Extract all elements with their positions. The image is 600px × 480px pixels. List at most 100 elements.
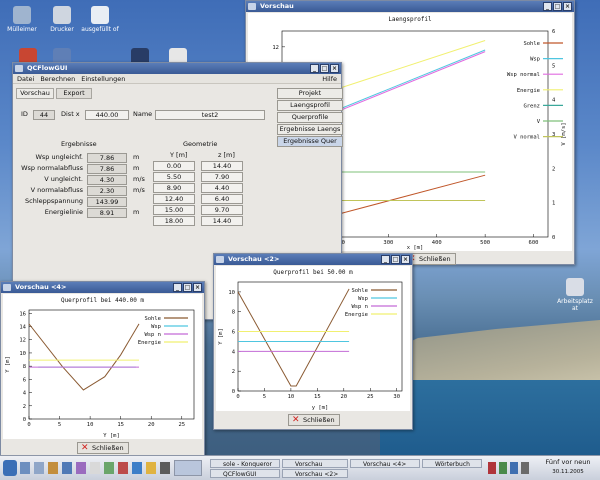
clock[interactable]: Fünf vor neun (538, 458, 598, 467)
maximize-icon[interactable]: □ (391, 255, 400, 264)
launcher-icon[interactable] (118, 462, 128, 474)
geo-cell-y[interactable]: 8.90 (153, 183, 195, 193)
maximize-icon[interactable]: □ (553, 2, 562, 11)
chart-title: Laengsprofil (388, 16, 432, 23)
desktop-icon-workspace[interactable]: Arbeitsplatz at (555, 278, 595, 312)
geo-cell-z[interactable]: 14.40 (201, 216, 243, 226)
launcher-icon[interactable] (34, 462, 44, 474)
minimize-icon[interactable]: _ (543, 2, 552, 11)
result-value: 7.86 (87, 164, 127, 174)
file-icon (91, 6, 109, 24)
wallpaper-sea (380, 380, 600, 455)
x-tick-label: 15 (314, 394, 321, 400)
launcher-icon[interactable] (62, 462, 72, 474)
legend-label: Wsp n (351, 304, 368, 310)
close-icon[interactable]: × (330, 64, 339, 73)
y-tick-label: 0 (232, 389, 235, 395)
tray-icon[interactable] (488, 462, 496, 474)
projekt-button[interactable]: Projekt (277, 88, 343, 99)
geo-cell-z[interactable]: 6.40 (201, 194, 243, 204)
desktop-icon-file[interactable]: ausgefüllt of (80, 6, 120, 33)
y-axis-label: Y [m] (5, 356, 11, 373)
menu-hilfe[interactable]: Hilfe (322, 74, 337, 84)
vorschau-main-titlebar[interactable]: Vorschau _ □ × (246, 1, 574, 12)
maximize-icon[interactable]: □ (183, 283, 192, 292)
close-button[interactable]: ✕Schließen (288, 414, 340, 426)
launcher-icon[interactable] (90, 462, 100, 474)
geo-cell-y[interactable]: 0.00 (153, 161, 195, 171)
menu-berechnen[interactable]: Berechnen (40, 74, 75, 83)
vorschau4-window: Vorschau <4> _ □ × Querprofil bei 440.00 m… (0, 281, 205, 458)
geo-cell-y[interactable]: 5.50 (153, 172, 195, 182)
x-axis-label: y [m] (312, 405, 329, 411)
result-unit: m (133, 164, 140, 172)
chart-title: Querprofil bei 50.00 m (273, 269, 353, 276)
x-tick-label: 500 (480, 240, 490, 246)
id-spinbox[interactable]: 44 (33, 110, 55, 120)
name-field[interactable]: test2 (155, 110, 265, 120)
dist-field[interactable]: 440.00 (85, 110, 129, 120)
geo-cell-y[interactable]: 18.00 (153, 216, 195, 226)
launcher-icon[interactable] (160, 462, 170, 474)
tab-vorschau[interactable]: Vorschau (16, 88, 54, 99)
result-value: 7.86 (87, 153, 127, 163)
close-button[interactable]: ✕Schließen (77, 442, 129, 454)
taskbar-item-woerterbuch[interactable]: Wörterbuch (422, 459, 482, 468)
y-tick-label: 10 (228, 290, 235, 296)
close-icon[interactable]: × (401, 255, 410, 264)
y-right-tick-label: 0 (552, 235, 555, 241)
geo-cell-z[interactable]: 14.40 (201, 161, 243, 171)
desktop-icon-trash[interactable]: Mülleimer (2, 6, 42, 33)
id-label: ID (21, 110, 28, 118)
taskbar-item-qcflowgui[interactable]: QCFlowGUI (210, 469, 280, 478)
geo-cell-z[interactable]: 7.90 (201, 172, 243, 182)
querprofil-50-chart: Querprofil bei 50.00 m 0 5 10 15 20 25 30 0 2 4 6 8 1… (216, 266, 410, 411)
desktop-icon-printer[interactable]: Drucker (42, 6, 82, 33)
result-value: 2.30 (87, 186, 127, 196)
launcher-icon[interactable] (48, 462, 58, 474)
legend-label: Energie (345, 312, 368, 318)
tray-icon[interactable] (510, 462, 518, 474)
launcher-icon[interactable] (76, 462, 86, 474)
vorschau4-titlebar[interactable]: Vorschau <4> _ □ × (1, 282, 204, 293)
launcher-icon[interactable] (132, 462, 142, 474)
x-tick-label: 15 (117, 422, 124, 428)
result-unit: m/s (133, 186, 145, 194)
launcher-icon[interactable] (146, 462, 156, 474)
tab-export[interactable]: Export (56, 88, 92, 99)
ergebnisse-quer-button[interactable]: Ergebnisse Quer (277, 136, 343, 147)
geo-cell-z[interactable]: 9.70 (201, 205, 243, 215)
querprofile-button[interactable]: Querprofile (277, 112, 343, 123)
taskbar-item-vorschau2[interactable]: Vorschau <2> (282, 469, 348, 478)
y-tick-label: 6 (232, 330, 235, 336)
menu-datei[interactable]: Datei (17, 74, 34, 83)
taskbar-item-vorschau4[interactable]: Vorschau <4> (350, 459, 420, 468)
minimize-icon[interactable]: _ (381, 255, 390, 264)
legend-label: Wsp normal (507, 72, 540, 78)
series-line-0 (28, 323, 140, 391)
maximize-icon[interactable]: □ (320, 64, 329, 73)
geo-cell-z[interactable]: 4.40 (201, 183, 243, 193)
vorschau2-titlebar[interactable]: Vorschau <2> _ □ × (214, 254, 412, 265)
desktop-pager[interactable] (174, 460, 202, 476)
geo-cell-y[interactable]: 12.40 (153, 194, 195, 204)
launcher-icon[interactable] (20, 462, 30, 474)
geo-cell-y[interactable]: 15.00 (153, 205, 195, 215)
taskbar-item-vorschau[interactable]: Vorschau (282, 459, 348, 468)
laengsprofil-button[interactable]: Laengsprofil (277, 100, 343, 111)
minimize-icon[interactable]: _ (310, 64, 319, 73)
date: 30.11.2005 (552, 469, 584, 475)
volume-icon[interactable] (521, 462, 529, 474)
kmenu-icon[interactable] (3, 460, 17, 476)
minimize-icon[interactable]: _ (173, 283, 182, 292)
tray-icon[interactable] (499, 462, 507, 474)
querprofil-440-chart: Querprofil bei 440.00 m 0 5 10 15 20 25 0 2 4 6 8 10… (3, 294, 202, 439)
close-icon[interactable]: × (563, 2, 572, 11)
menu-einstellungen[interactable]: Einstellungen (81, 74, 125, 83)
taskbar-item-konqueror[interactable]: sole - Konqueror (210, 459, 280, 468)
qcflowgui-titlebar[interactable]: QCFlowGUI _ □ × (13, 63, 341, 74)
launcher-icon[interactable] (104, 462, 114, 474)
close-icon[interactable]: × (193, 283, 202, 292)
result-unit: m (133, 208, 140, 216)
ergebnisse-laengs-button[interactable]: Ergebnisse Laengs (277, 124, 343, 135)
